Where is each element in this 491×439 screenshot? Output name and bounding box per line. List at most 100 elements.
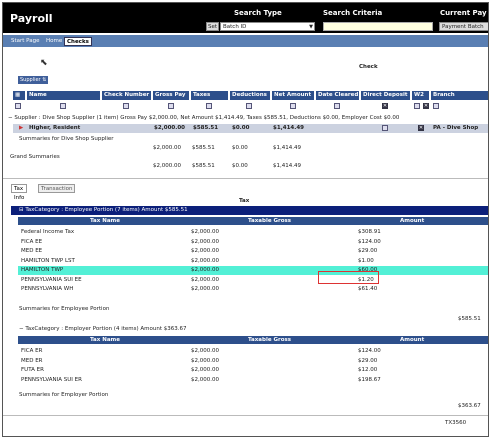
collapse-icon: ⊟ (19, 207, 24, 213)
filter-row: ✕ ✕ (13, 102, 488, 111)
taxable-gross-cell: $2,000.00 (191, 357, 219, 364)
col-direct-deposit[interactable]: Direct Deposit (361, 91, 410, 100)
col-branch[interactable]: Branch (431, 91, 488, 100)
collapse-icon[interactable]: − (8, 115, 13, 121)
tab-transaction[interactable]: Transaction (38, 184, 76, 193)
filter-net-amount[interactable] (290, 103, 296, 109)
employer-category-text: TaxCategory : Employer Portion (4 items)… (25, 326, 187, 332)
table-row[interactable]: HAMILTON TWP $2,000.00 $60.00 (18, 266, 488, 275)
table-row[interactable]: FICA EE $2,000.00 $124.00 (18, 238, 488, 247)
col-taxes[interactable]: Taxes (191, 91, 228, 100)
col-amount[interactable]: Amount (400, 336, 424, 344)
group-summary-text: Supplier : Dive Shop Supplier (1 item) G… (14, 115, 400, 121)
amount-cell: $29.00 (358, 248, 378, 254)
col-taxable-gross[interactable]: Taxable Gross (248, 336, 291, 344)
chevron-down-icon: ▼ (309, 24, 313, 30)
amount-cell: $308.91 (358, 229, 381, 235)
table-row[interactable]: PENNSYLVANIA SUI ER $2,000.00 $198.67 (18, 376, 488, 385)
filter-date-cleared[interactable] (334, 103, 340, 109)
supplier-summary-label: Summaries for Dive Shop Supplier (19, 136, 114, 142)
employer-total: $363.67 (458, 403, 481, 409)
edit-icon[interactable] (15, 103, 21, 109)
grand-gross: $2,000.00 (153, 163, 181, 169)
tax-name-cell: PENNSYLVANIA SUI ER (21, 376, 82, 383)
employer-category-bar[interactable]: − TaxCategory : Employer Portion (4 item… (11, 325, 488, 334)
table-row[interactable]: ▶ Higher, Resident $2,000.00 $585.51 $0.… (13, 124, 488, 133)
col-net-amount[interactable]: Net Amount (272, 91, 314, 100)
current-pay-label: Current Pay (440, 9, 487, 17)
search-criteria-input[interactable] (323, 22, 433, 31)
grand-summary-label: Grand Summaries (10, 154, 60, 160)
grand-taxes: $585.51 (192, 163, 215, 169)
footer-code: TX3560 (445, 420, 467, 426)
group-line: − Supplier : Dive Shop Supplier (1 item)… (8, 115, 399, 121)
filter-taxes[interactable] (206, 103, 212, 109)
tax-name-cell: PENNSYLVANIA SUI EE (21, 276, 82, 283)
filter-branch[interactable] (433, 103, 439, 109)
filter-gross-pay[interactable] (168, 103, 174, 109)
table-row[interactable]: PENNSYLVANIA WH $2,000.00 $61.40 (18, 285, 488, 294)
amount-cell: $29.00 (358, 357, 378, 364)
supplier-button-label: Supplier (20, 77, 41, 83)
tab-checks[interactable]: Checks (64, 37, 92, 46)
employee-category-bar[interactable]: ⊟ TaxCategory : Employee Portion (7 item… (11, 206, 488, 215)
table-row[interactable]: PENNSYLVANIA SUI EE $2,000.00 $1.20 (18, 276, 488, 285)
set-button[interactable]: Set (206, 22, 219, 31)
tab-start-page[interactable]: Start Page (9, 37, 42, 46)
divider (3, 178, 488, 179)
tax-name-cell: MED ER (21, 357, 43, 364)
taxable-gross-cell: $2,000.00 (191, 376, 219, 383)
col-deductions[interactable]: Deductions (230, 91, 270, 100)
col-gross-pay[interactable]: Gross Pay (153, 91, 189, 100)
col-tax-name[interactable]: Tax Name (90, 217, 120, 225)
payment-batch-button[interactable]: Payment Batch (439, 22, 488, 31)
row-direct-deposit-checkbox[interactable] (382, 125, 388, 131)
tab-tax-info[interactable]: Tax Info (11, 184, 28, 201)
filter-name[interactable] (60, 103, 66, 109)
taxable-gross-cell: $2,000.00 (191, 267, 219, 273)
search-type-value: Batch ID (223, 24, 247, 30)
taxable-gross-cell: $2,000.00 (191, 238, 219, 245)
tab-home[interactable]: Home (44, 37, 64, 46)
check-heading: Check (359, 64, 378, 70)
collapse-icon: − (19, 326, 24, 332)
table-row[interactable]: FICA ER $2,000.00 $124.00 (18, 347, 488, 356)
taxable-gross-cell: $2,000.00 (191, 229, 219, 235)
grid-menu-icon[interactable]: ▦ (13, 91, 25, 100)
employee-total: $585.51 (458, 316, 481, 322)
employee-category-text: TaxCategory : Employee Portion (7 items)… (25, 207, 188, 213)
filter-deductions[interactable] (246, 103, 252, 109)
col-tax-name[interactable]: Tax Name (90, 336, 120, 344)
table-row[interactable]: MED ER $2,000.00 $29.00 (18, 357, 488, 366)
filter-direct-deposit-icon[interactable]: ✕ (382, 103, 388, 109)
row-name: Higher, Resident (29, 125, 81, 131)
amount-cell: $61.40 (358, 286, 378, 292)
col-taxable-gross[interactable]: Taxable Gross (248, 217, 291, 225)
taxable-gross-cell: $2,000.00 (191, 348, 219, 354)
tax-name-cell: PENNSYLVANIA WH (21, 286, 74, 292)
filter-check-number[interactable] (123, 103, 129, 109)
col-name[interactable]: Name (27, 91, 100, 100)
search-type-select[interactable]: Batch ID ▼ (220, 22, 315, 31)
row-w2-icon[interactable]: ✕ (418, 125, 424, 131)
row-taxes: $585.51 (193, 125, 219, 131)
taxable-gross-cell: $2,000.00 (191, 286, 219, 292)
sort-icon: ⇅ (42, 77, 47, 83)
row-net: $1,414.49 (273, 125, 304, 131)
col-amount[interactable]: Amount (400, 217, 424, 225)
supplier-group-button[interactable]: Supplier ⇅ (18, 76, 49, 84)
table-row[interactable]: FUTA ER $2,000.00 $12.00 (18, 366, 488, 375)
col-date-cleared[interactable]: Date Cleared (316, 91, 359, 100)
col-check-number[interactable]: Check Number (102, 91, 151, 100)
mouse-cursor-icon: ⬉ (40, 58, 48, 68)
employee-summary-label: Summaries for Employee Portion (19, 306, 110, 312)
supplier-gross: $2,000.00 (153, 145, 181, 151)
tax-name-cell: HAMILTON TWP LST (21, 257, 75, 264)
row-arrow-icon: ▶ (19, 125, 24, 131)
col-w2[interactable]: W2 (412, 91, 429, 100)
table-row[interactable]: MED EE $2,000.00 $29.00 (18, 247, 488, 256)
table-row[interactable]: Federal Income Tax $2,000.00 $308.91 (18, 228, 488, 237)
filter-w2-clear-icon[interactable]: ✕ (423, 103, 429, 109)
table-row[interactable]: HAMILTON TWP LST $2,000.00 $1.00 (18, 257, 488, 266)
filter-w2[interactable] (414, 103, 420, 109)
